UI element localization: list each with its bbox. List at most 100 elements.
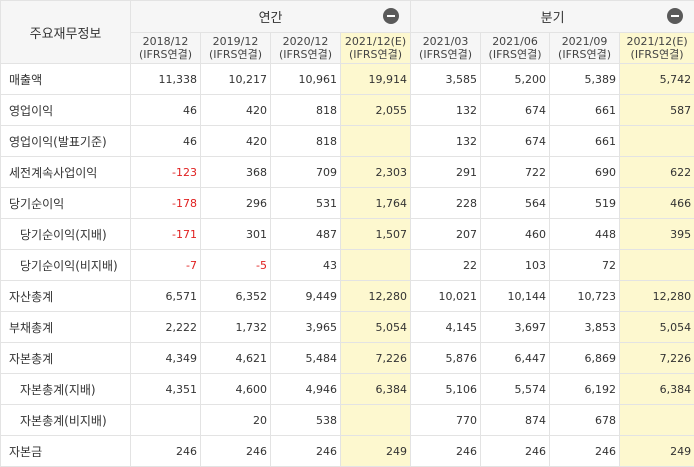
period-header: 2021/12(E)(IFRS연결) [341, 33, 411, 64]
period-date: 2021/12(E) [341, 35, 410, 48]
value-cell: 722 [481, 157, 550, 188]
value-cell: 4,145 [411, 312, 481, 343]
value-cell: 5,054 [620, 312, 694, 343]
corner-label: 주요재무정보 [1, 1, 131, 64]
value-cell: 466 [620, 188, 694, 219]
table-row: 자본총계(비지배)20538770874678 [1, 405, 694, 436]
value-cell: 246 [201, 436, 271, 467]
value-cell: -5 [201, 250, 271, 281]
row-label: 자본총계(지배) [1, 374, 131, 405]
value-cell: 2,303 [341, 157, 411, 188]
value-cell: 10,961 [271, 64, 341, 95]
value-cell: 22 [411, 250, 481, 281]
value-cell: 301 [201, 219, 271, 250]
value-cell: 6,571 [131, 281, 201, 312]
value-cell: 5,574 [481, 374, 550, 405]
value-cell: 246 [411, 436, 481, 467]
row-label: 영업이익 [1, 95, 131, 126]
value-cell: 5,106 [411, 374, 481, 405]
table-row: 당기순이익(비지배)-7-5432210372 [1, 250, 694, 281]
value-cell: 1,507 [341, 219, 411, 250]
value-cell: 20 [201, 405, 271, 436]
value-cell: 7,226 [620, 343, 694, 374]
annual-collapse-icon[interactable] [383, 8, 399, 24]
value-cell: 395 [620, 219, 694, 250]
value-cell: 43 [271, 250, 341, 281]
value-cell: 1,764 [341, 188, 411, 219]
period-date: 2021/09 [550, 35, 619, 48]
value-cell: 46 [131, 126, 201, 157]
value-cell: 1,732 [201, 312, 271, 343]
value-cell: 661 [550, 95, 620, 126]
annual-group-header: 연간 [131, 1, 411, 33]
value-cell: 4,349 [131, 343, 201, 374]
value-cell: 11,338 [131, 64, 201, 95]
value-cell: 690 [550, 157, 620, 188]
period-basis: (IFRS연결) [620, 48, 694, 61]
value-cell: 132 [411, 126, 481, 157]
value-cell: 296 [201, 188, 271, 219]
table-row: 영업이익(발표기준)46420818132674661 [1, 126, 694, 157]
value-cell [620, 405, 694, 436]
value-cell: 5,742 [620, 64, 694, 95]
value-cell: 4,946 [271, 374, 341, 405]
period-basis: (IFRS연결) [550, 48, 619, 61]
value-cell: 587 [620, 95, 694, 126]
value-cell: 519 [550, 188, 620, 219]
value-cell: 6,384 [620, 374, 694, 405]
value-cell: 12,280 [341, 281, 411, 312]
value-cell: 448 [550, 219, 620, 250]
row-label: 자본총계(비지배) [1, 405, 131, 436]
row-label: 매출액 [1, 64, 131, 95]
value-cell [620, 126, 694, 157]
value-cell: 770 [411, 405, 481, 436]
value-cell: 207 [411, 219, 481, 250]
row-label: 자산총계 [1, 281, 131, 312]
value-cell: 132 [411, 95, 481, 126]
value-cell: 46 [131, 95, 201, 126]
value-cell: 228 [411, 188, 481, 219]
table-row: 영업이익464208182,055132674661587 [1, 95, 694, 126]
value-cell: -178 [131, 188, 201, 219]
value-cell: 4,621 [201, 343, 271, 374]
value-cell: 10,723 [550, 281, 620, 312]
table-row: 당기순이익-1782965311,764228564519466 [1, 188, 694, 219]
value-cell: 10,021 [411, 281, 481, 312]
value-cell: 6,447 [481, 343, 550, 374]
period-basis: (IFRS연결) [131, 48, 200, 61]
period-header: 2021/06(IFRS연결) [481, 33, 550, 64]
row-label: 부채총계 [1, 312, 131, 343]
value-cell: 2,055 [341, 95, 411, 126]
period-header: 2018/12(IFRS연결) [131, 33, 201, 64]
value-cell: 2,222 [131, 312, 201, 343]
row-label: 당기순이익(지배) [1, 219, 131, 250]
table-row: 자본총계(지배)4,3514,6004,9466,3845,1065,5746,… [1, 374, 694, 405]
period-basis: (IFRS연결) [201, 48, 270, 61]
value-cell: 368 [201, 157, 271, 188]
value-cell: 420 [201, 126, 271, 157]
period-header: 2020/12(IFRS연결) [271, 33, 341, 64]
quarterly-collapse-icon[interactable] [667, 8, 683, 24]
table-row: 매출액11,33810,21710,96119,9143,5855,2005,3… [1, 64, 694, 95]
row-label: 당기순이익(비지배) [1, 250, 131, 281]
value-cell [341, 126, 411, 157]
table-row: 부채총계2,2221,7323,9655,0544,1453,6973,8535… [1, 312, 694, 343]
value-cell: 661 [550, 126, 620, 157]
value-cell: 3,853 [550, 312, 620, 343]
value-cell: 674 [481, 95, 550, 126]
table-row: 자산총계6,5716,3529,44912,28010,02110,14410,… [1, 281, 694, 312]
table-row: 당기순이익(지배)-1713014871,507207460448395 [1, 219, 694, 250]
value-cell [341, 250, 411, 281]
row-label: 자본총계 [1, 343, 131, 374]
period-basis: (IFRS연결) [271, 48, 340, 61]
value-cell: 246 [131, 436, 201, 467]
period-date: 2021/03 [411, 35, 480, 48]
value-cell: 291 [411, 157, 481, 188]
value-cell: -171 [131, 219, 201, 250]
value-cell: 5,054 [341, 312, 411, 343]
row-label: 당기순이익 [1, 188, 131, 219]
value-cell: 6,192 [550, 374, 620, 405]
value-cell: 460 [481, 219, 550, 250]
value-cell: 5,484 [271, 343, 341, 374]
table-row: 세전계속사업이익-1233687092,303291722690622 [1, 157, 694, 188]
